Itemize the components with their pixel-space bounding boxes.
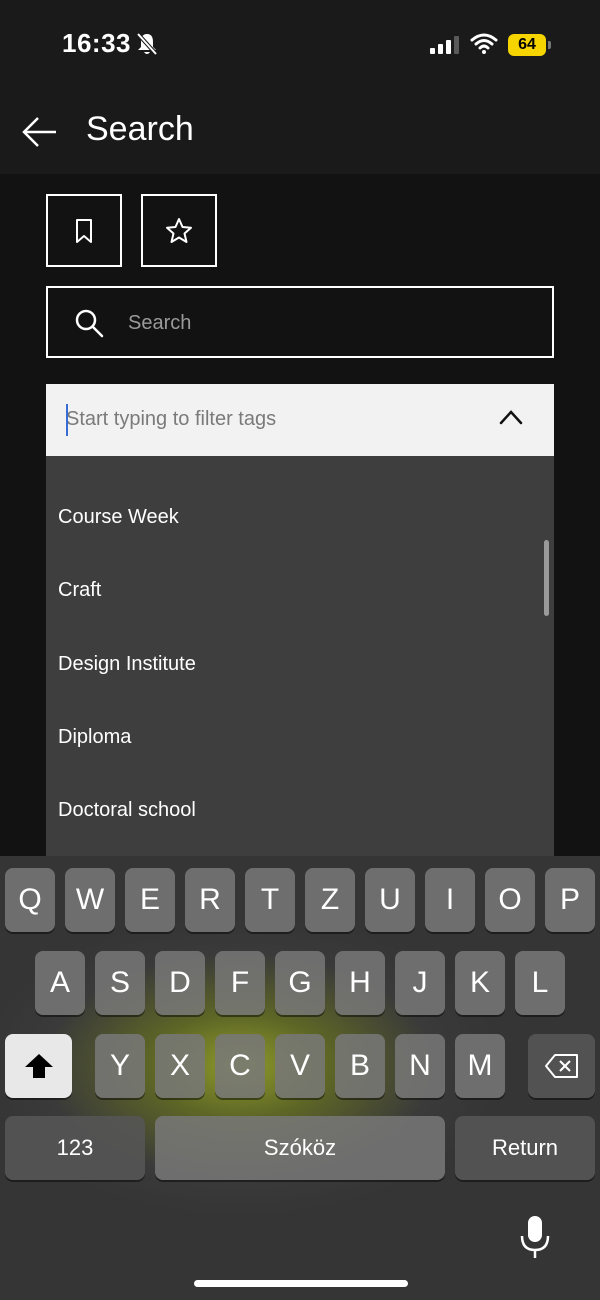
status-time: 16:33 [62,28,131,58]
key-m[interactable]: M [455,1034,505,1098]
app-header: Search [0,90,600,174]
key-n[interactable]: N [395,1034,445,1098]
key-d[interactable]: D [155,951,205,1015]
search-placeholder: Search [128,312,192,334]
page-title: Search [86,110,194,148]
microphone-icon[interactable] [518,1214,552,1260]
star-icon [166,217,192,243]
shift-key[interactable] [5,1034,72,1098]
chevron-up-icon[interactable] [498,406,524,428]
backspace-key[interactable] [528,1034,595,1098]
search-input[interactable]: Search [46,286,554,358]
key-a[interactable]: A [35,951,85,1015]
key-v[interactable]: V [275,1034,325,1098]
cellular-signal-icon [430,36,459,54]
key-z[interactable]: Z [305,868,355,932]
key-p[interactable]: P [545,868,595,932]
battery-nub [548,41,551,49]
backspace-icon [544,1054,578,1078]
key-h[interactable]: H [335,951,385,1015]
tag-dropdown-list[interactable]: Course Week Craft Design Institute Diplo… [46,456,554,856]
key-f[interactable]: F [215,951,265,1015]
battery-indicator: 64 [508,34,552,56]
key-b[interactable]: B [335,1034,385,1098]
wifi-icon [470,33,498,54]
search-icon [75,309,104,338]
key-x[interactable]: X [155,1034,205,1098]
tag-option[interactable]: Course Week [58,506,179,529]
key-i[interactable]: I [425,868,475,932]
onscreen-keyboard: Q W E R T Z U I O P A S D F G H J K L Y … [0,856,600,1300]
key-y[interactable]: Y [95,1034,145,1098]
return-key[interactable]: Return [455,1116,595,1180]
scrollbar[interactable] [544,540,549,616]
bell-muted-icon [136,32,158,56]
key-s[interactable]: S [95,951,145,1015]
key-r[interactable]: R [185,868,235,932]
tag-option[interactable]: Doctoral school [58,799,196,822]
bookmark-button[interactable] [46,194,122,267]
numbers-key[interactable]: 123 [5,1116,145,1180]
key-w[interactable]: W [65,868,115,932]
key-g[interactable]: G [275,951,325,1015]
tag-option[interactable]: Design Institute [58,653,196,676]
key-k[interactable]: K [455,951,505,1015]
key-c[interactable]: C [215,1034,265,1098]
key-u[interactable]: U [365,868,415,932]
key-e[interactable]: E [125,868,175,932]
status-bar: 16:33 64 [0,0,600,90]
battery-level: 64 [508,34,546,56]
key-o[interactable]: O [485,868,535,932]
key-l[interactable]: L [515,951,565,1015]
tag-filter-input[interactable]: Start typing to filter tags [46,384,554,456]
space-key[interactable]: Szóköz [155,1116,445,1180]
tag-filter-placeholder: Start typing to filter tags [66,408,277,430]
tag-option[interactable]: Diploma [58,726,131,749]
home-indicator[interactable] [194,1280,408,1287]
key-t[interactable]: T [245,868,295,932]
tag-option[interactable]: Craft [58,579,101,602]
favorite-button[interactable] [141,194,217,267]
shift-arrow-icon [24,1054,53,1078]
text-caret [66,404,68,436]
bookmark-icon [76,218,92,243]
key-j[interactable]: J [395,951,445,1015]
key-q[interactable]: Q [5,868,55,932]
screen: 16:33 64 Search Search Start typing to f… [0,0,600,1300]
back-arrow-icon[interactable] [20,114,60,150]
